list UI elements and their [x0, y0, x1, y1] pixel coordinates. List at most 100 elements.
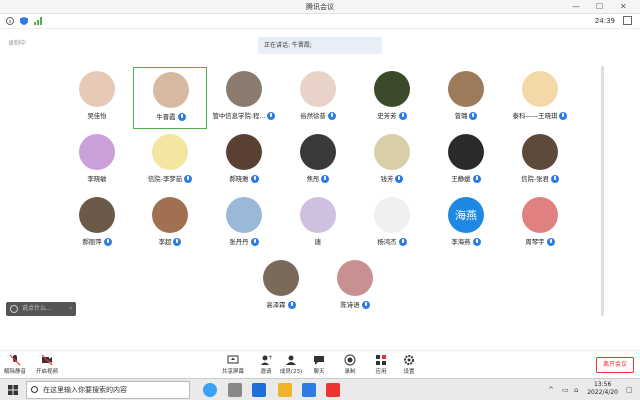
file-explorer-icon[interactable] — [278, 383, 292, 397]
taskbar-clock[interactable]: 13:56 2022/4/20 — [587, 381, 618, 397]
close-button[interactable]: ✕ — [620, 1, 627, 13]
shield-icon[interactable] — [20, 17, 28, 25]
participant-name-row: 曾璐 — [429, 111, 503, 120]
participant-name: 史芳芳 — [377, 112, 397, 120]
avatar — [79, 134, 115, 170]
participant-tile[interactable]: 钱芳 — [355, 130, 429, 192]
record-button[interactable]: 录制 — [337, 354, 363, 375]
fullscreen-icon[interactable] — [623, 16, 632, 25]
unmute-button[interactable]: 解除静音 — [2, 354, 28, 375]
clock-time: 13:56 — [593, 381, 612, 388]
participant-name-row: 周琴宇 — [503, 237, 577, 246]
wps-icon[interactable] — [326, 383, 340, 397]
participant-tile[interactable]: 海燕 李海燕 — [429, 193, 503, 255]
participant-name: 焦彤 — [306, 175, 320, 183]
svg-text:+: + — [268, 354, 272, 361]
task-view-icon[interactable] — [228, 383, 242, 397]
participant-name: 曾璐 — [454, 112, 468, 120]
edge-browser-icon[interactable] — [203, 383, 217, 397]
mic-icon — [546, 237, 555, 246]
leave-meeting-button[interactable]: 离开会议 — [596, 357, 634, 373]
maximize-button[interactable]: ☐ — [596, 1, 603, 13]
participant-tile[interactable]: 郝丽萍 — [60, 193, 134, 255]
participant-name: 郝晓雅 — [229, 175, 249, 183]
apps-button[interactable]: 应用 — [368, 354, 394, 375]
apps-icon — [376, 355, 386, 365]
windows-start-icon[interactable] — [8, 385, 18, 395]
participant-name-row: 杨鸿杰 — [355, 237, 429, 246]
tray-arrow-icon[interactable]: ^ — [548, 386, 554, 394]
settings-button[interactable]: 设置 — [396, 354, 422, 375]
title-bar: 腾讯会议 — ☐ ✕ — [0, 0, 640, 14]
members-button[interactable]: 成员(23) — [278, 354, 304, 375]
taskbar-search-input[interactable]: 在这里输入你要搜索的内容 — [26, 381, 190, 399]
participant-tile[interactable]: 杨鸿杰 — [355, 193, 429, 255]
participant-name-row: 吴佳怡 — [60, 111, 134, 120]
mic-icon — [184, 174, 193, 183]
avatar — [337, 260, 373, 296]
participant-name-row: 俗然徐昔 — [281, 111, 355, 120]
share-screen-button[interactable]: 共享屏幕 — [220, 354, 246, 375]
chat-button[interactable]: 聊天 — [306, 354, 332, 375]
participant-tile[interactable]: 史芳芳 — [355, 67, 429, 129]
record-icon — [344, 354, 356, 366]
avatar — [374, 197, 410, 233]
chat-icon — [10, 305, 18, 313]
avatar — [300, 71, 336, 107]
mic-icon — [398, 111, 407, 120]
participant-name: 陈诗语 — [340, 301, 360, 309]
participant-tile[interactable]: 泰科——王晓琪 — [503, 67, 577, 129]
start-video-button[interactable]: 开启视频 — [34, 354, 60, 375]
speaking-banner: 正在讲话: 牛晋霞; — [258, 37, 382, 54]
participant-tile[interactable]: 陈诗语 — [318, 256, 392, 318]
participant-tile[interactable]: 焦彤 — [281, 130, 355, 192]
meeting-info-bar: 24:39 — [0, 14, 640, 29]
participant-tile[interactable]: 俗然徐昔 — [281, 67, 355, 129]
network-icon[interactable]: ⌂ — [574, 386, 578, 394]
participant-tile[interactable]: 李晓敏 — [60, 130, 134, 192]
participant-tile[interactable]: 李超 — [133, 193, 207, 255]
invite-button[interactable]: + 邀请 — [253, 354, 279, 375]
participant-tile[interactable]: 吴佳怡 — [60, 67, 134, 129]
chat-input[interactable]: 说点什么... ‹ — [6, 302, 76, 316]
avatar — [300, 197, 336, 233]
participant-tile[interactable]: 周琴宇 — [503, 193, 577, 255]
participant-tile[interactable]: 唐 — [281, 193, 355, 255]
participant-name-row: 钱芳 — [355, 174, 429, 183]
participant-tile[interactable]: 曾璐 — [429, 67, 503, 129]
notification-icon[interactable]: ▢ — [626, 386, 633, 394]
participant-tile[interactable]: 高泽霖 — [244, 256, 318, 318]
avatar — [226, 197, 262, 233]
participant-name: 张丹丹 — [229, 238, 249, 246]
participant-tile[interactable]: 牛晋霞 — [133, 67, 207, 129]
search-placeholder: 在这里输入你要搜索的内容 — [43, 386, 127, 394]
participant-name: 李海燕 — [451, 238, 471, 246]
participant-tile[interactable]: 王静媛 — [429, 130, 503, 192]
avatar — [226, 134, 262, 170]
avatar — [448, 71, 484, 107]
participant-name-row: 高泽霖 — [244, 300, 318, 309]
windows-taskbar: 在这里输入你要搜索的内容 ^ ▭ ⌂ 13:56 2022/4/20 ▢ — [0, 378, 640, 400]
battery-icon[interactable]: ▭ — [562, 386, 569, 394]
grid-scrollbar[interactable] — [601, 66, 604, 316]
mail-icon[interactable] — [252, 383, 266, 397]
invite-label: 邀请 — [260, 369, 272, 375]
participant-tile[interactable]: 信院-李梦茹 — [133, 130, 207, 192]
mic-icon — [559, 111, 568, 120]
mic-icon — [472, 237, 481, 246]
participant-name: 泰科——王晓琪 — [512, 112, 558, 120]
participant-tile[interactable]: 信院-张君 — [503, 130, 577, 192]
mic-icon — [361, 300, 370, 309]
tencent-meeting-taskbar-icon[interactable] — [302, 383, 316, 397]
participant-name: 周琴宇 — [525, 238, 545, 246]
minimize-button[interactable]: — — [572, 1, 580, 13]
participant-name-row: 王静媛 — [429, 174, 503, 183]
collapse-chat-icon[interactable]: ‹ — [70, 302, 72, 316]
participant-name: 牛晋霞 — [156, 113, 176, 121]
participant-name-row: 唐 — [281, 237, 355, 246]
signal-icon[interactable] — [34, 17, 42, 25]
participant-tile[interactable]: 管中信息学院:程... — [207, 67, 281, 129]
info-icon[interactable] — [6, 17, 14, 25]
participant-tile[interactable]: 郝晓雅 — [207, 130, 281, 192]
participant-tile[interactable]: 张丹丹 — [207, 193, 281, 255]
